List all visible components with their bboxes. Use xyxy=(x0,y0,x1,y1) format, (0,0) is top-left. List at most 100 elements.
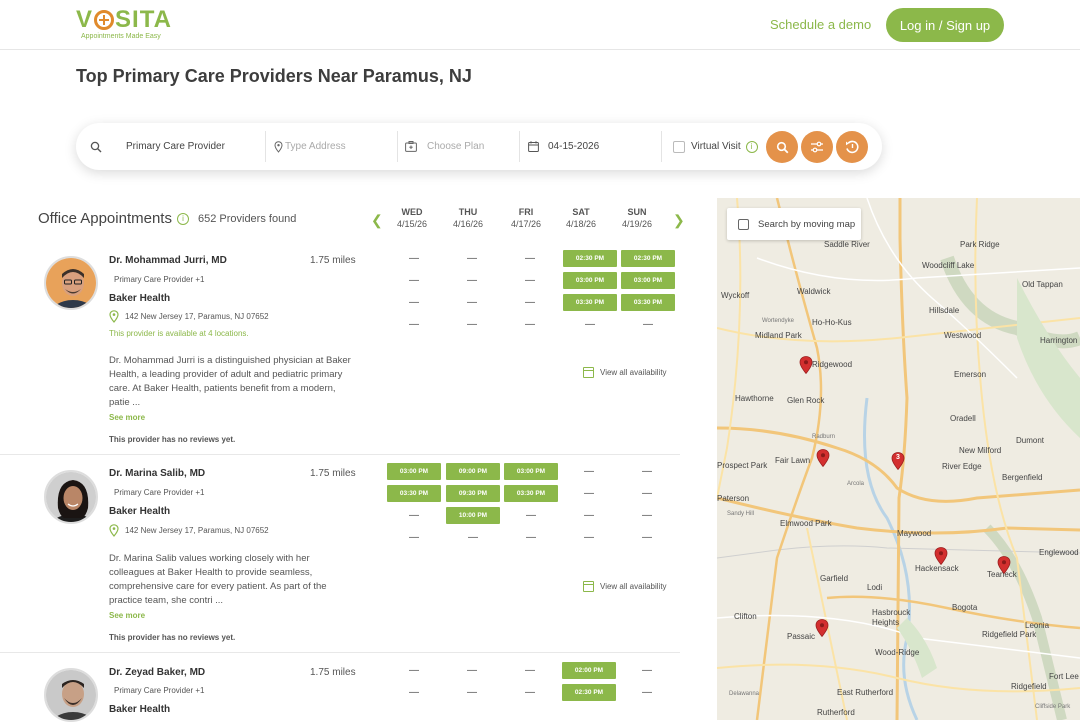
provider-organization[interactable]: Baker Health xyxy=(109,506,170,517)
search-by-moving-map-checkbox[interactable] xyxy=(738,218,749,230)
map-label: Fort Lee xyxy=(1049,672,1079,681)
map-label: Ho-Ho-Kus xyxy=(812,318,852,327)
reset-button[interactable] xyxy=(836,131,868,163)
provider-distance: 1.75 miles xyxy=(310,255,356,266)
map-label: Bergenfield xyxy=(1002,473,1043,482)
provider-avatar[interactable] xyxy=(44,256,98,310)
map-label: Wortendyke xyxy=(762,318,794,324)
office-appointments-title: Office Appointments xyxy=(38,210,172,227)
provider-name[interactable]: Dr. Marina Salib, MD xyxy=(109,468,205,479)
map-label: Woodcliff Lake xyxy=(922,261,975,270)
virtual-visit-checkbox[interactable] xyxy=(673,140,685,153)
no-slot: — xyxy=(525,253,535,264)
map-label: Bogota xyxy=(952,603,978,612)
site-header: V SITA Appointments Made Easy Schedule a … xyxy=(0,0,1080,50)
provider-organization[interactable]: Baker Health xyxy=(109,704,170,715)
map-label: Prospect Park xyxy=(717,461,768,470)
specialty-value: Primary Care Provider xyxy=(126,141,225,152)
logo-tagline: Appointments Made Easy xyxy=(81,33,161,40)
map-label: Ridgefield Park xyxy=(982,630,1037,639)
map-label: Hawthorne xyxy=(735,394,774,403)
map-pin-icon[interactable] xyxy=(799,356,813,374)
map-label: Hasbrouck Heights xyxy=(872,608,911,627)
map-pin-icon[interactable] xyxy=(815,619,829,637)
location-pin-icon xyxy=(274,140,283,153)
map-pin-icon[interactable] xyxy=(997,556,1011,574)
search-button[interactable] xyxy=(766,131,798,163)
time-slot-button[interactable]: 09:30 PM xyxy=(446,485,500,502)
time-slot-button[interactable]: 09:00 PM xyxy=(446,463,500,480)
provider-map[interactable]: Search by moving map Saddle River Park R… xyxy=(717,198,1080,720)
reset-icon xyxy=(846,140,859,154)
map-label: Wood-Ridge xyxy=(875,648,920,657)
no-slot: — xyxy=(642,532,652,543)
time-slot-button[interactable]: 03:30 PM xyxy=(504,485,558,502)
address-input[interactable]: Type Address xyxy=(274,123,394,170)
provider-description: Dr. Mohammad Jurri is a distinguished ph… xyxy=(109,355,351,408)
info-icon[interactable]: i xyxy=(745,140,758,153)
view-all-availability-link[interactable]: View all availability xyxy=(583,581,667,592)
no-slot: — xyxy=(525,297,535,308)
map-pin-icon[interactable] xyxy=(816,449,830,467)
date-field[interactable]: 04-15-2026 xyxy=(528,123,658,170)
provider-name[interactable]: Dr. Mohammad Jurri, MD xyxy=(109,255,227,266)
map-label: River Edge xyxy=(942,462,982,471)
search-divider xyxy=(397,131,398,162)
prev-days-chevron-icon[interactable]: ❮ xyxy=(371,212,383,229)
map-label: Arcola xyxy=(847,481,865,487)
map-label: Radburn xyxy=(812,434,836,440)
login-signup-button[interactable]: Log in / Sign up xyxy=(886,8,1004,42)
time-slot-button[interactable]: 03:30 PM xyxy=(387,485,441,502)
provider-name[interactable]: Dr. Zeyad Baker, MD xyxy=(109,667,205,678)
see-more-link[interactable]: See more xyxy=(109,611,145,620)
no-slot: — xyxy=(584,466,594,477)
provider-avatar[interactable] xyxy=(44,668,98,722)
no-slot: — xyxy=(409,532,419,543)
vosita-logo[interactable]: V SITA Appointments Made Easy xyxy=(76,8,172,41)
time-slot-button[interactable]: 03:30 PM xyxy=(621,294,675,311)
time-slot-button[interactable]: 03:00 PM xyxy=(504,463,558,480)
map-label: Old Tappan xyxy=(1022,280,1063,289)
time-slot-button[interactable]: 02:30 PM xyxy=(621,250,675,267)
time-slot-button[interactable]: 02:00 PM xyxy=(562,662,616,679)
time-slot-button[interactable]: 03:00 PM xyxy=(387,463,441,480)
map-label: Oradell xyxy=(950,414,976,423)
map-label: Lodi xyxy=(867,583,883,592)
time-slot-button[interactable]: 03:00 PM xyxy=(563,272,617,289)
time-slot-button[interactable]: 03:30 PM xyxy=(563,294,617,311)
view-all-availability-link[interactable]: View all availability xyxy=(583,367,667,378)
no-slot: — xyxy=(642,665,652,676)
time-slot-button[interactable]: 02:30 PM xyxy=(563,250,617,267)
map-label: Glen Rock xyxy=(787,396,825,405)
provider-distance: 1.75 miles xyxy=(310,667,356,678)
provider-avatar[interactable] xyxy=(44,470,98,524)
time-slot-button[interactable]: 03:00 PM xyxy=(621,272,675,289)
schedule-demo-link[interactable]: Schedule a demo xyxy=(770,17,871,32)
search-divider xyxy=(661,131,662,162)
no-slot: — xyxy=(409,253,419,264)
map-label: New Milford xyxy=(959,446,1002,455)
info-icon[interactable]: i xyxy=(176,212,189,225)
map-label: Ridgewood xyxy=(812,360,853,369)
no-slot: — xyxy=(409,665,419,676)
see-more-link[interactable]: See more xyxy=(109,413,145,422)
map-label: Paterson xyxy=(717,494,750,503)
map-pin-icon[interactable] xyxy=(934,547,948,565)
map-label: Saddle River xyxy=(824,240,870,249)
search-by-moving-map-toggle[interactable]: Search by moving map xyxy=(727,208,861,240)
reviews-note: This provider has no reviews yet. xyxy=(109,435,236,444)
virtual-visit-toggle[interactable]: Virtual Visit i xyxy=(673,123,763,170)
time-slot-button[interactable]: 02:30 PM xyxy=(562,684,616,701)
map-cluster-pin[interactable]: 3 xyxy=(891,452,905,471)
plan-select[interactable]: Choose Plan xyxy=(405,123,515,170)
no-slot: — xyxy=(468,532,478,543)
map-label: Rutherford xyxy=(817,708,855,717)
specialty-field[interactable]: Primary Care Provider xyxy=(90,123,265,170)
provider-organization[interactable]: Baker Health xyxy=(109,293,170,304)
next-days-chevron-icon[interactable]: ❯ xyxy=(673,212,685,229)
map-label: Clifton xyxy=(734,612,757,621)
time-slot-button[interactable]: 10:00 PM xyxy=(446,507,500,524)
filters-button[interactable] xyxy=(801,131,833,163)
no-slot: — xyxy=(409,319,419,330)
map-label: Maywood xyxy=(897,529,932,538)
